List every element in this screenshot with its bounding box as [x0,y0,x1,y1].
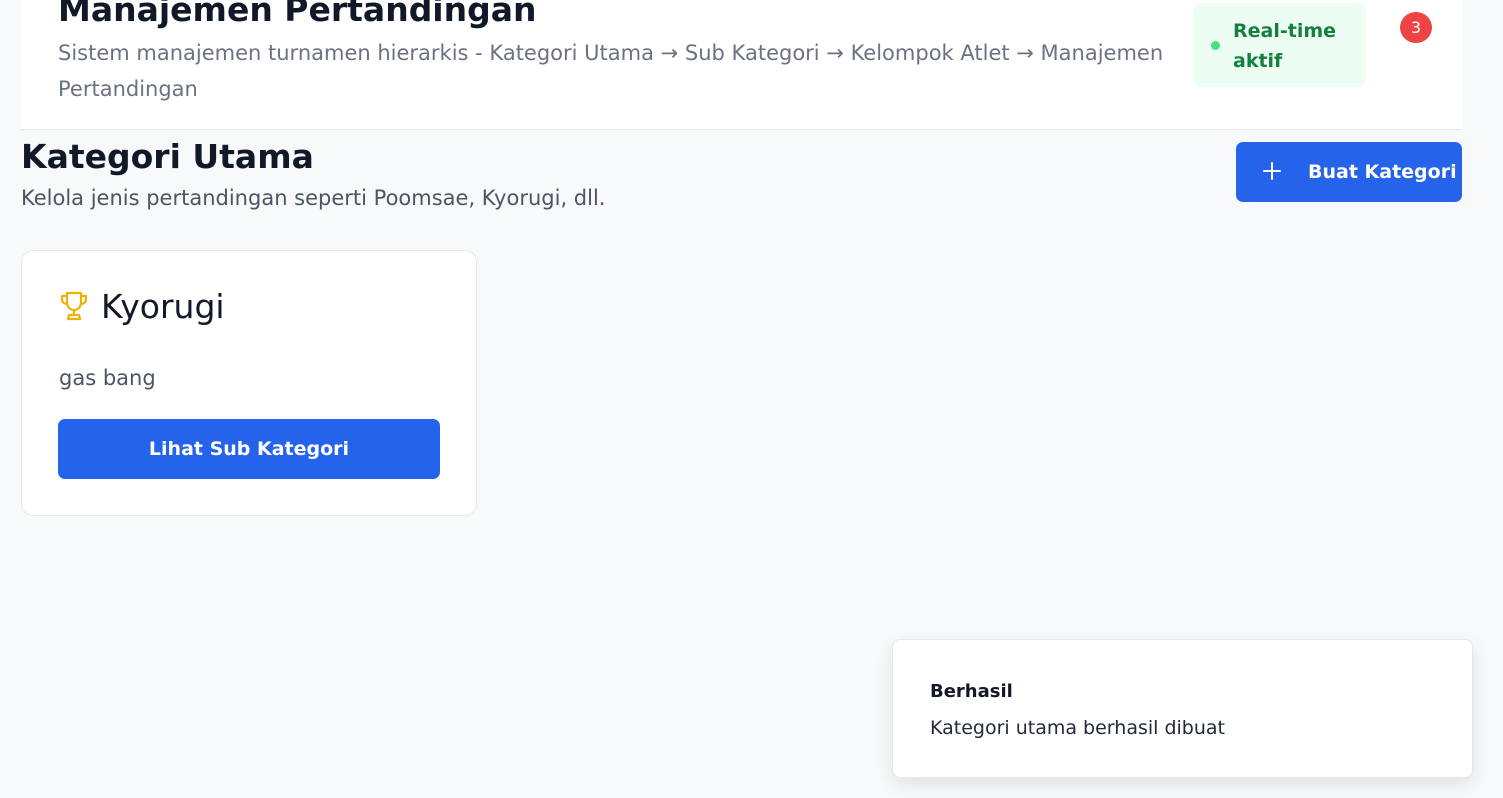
plus-icon [1263,162,1281,180]
section-title: Kategori Utama [21,137,314,176]
toast-title: Berhasil [930,681,1013,702]
page-title: Manajemen Pertandingan [58,0,537,29]
success-toast: Berhasil Kategori utama berhasil dibuat [892,639,1473,778]
category-name: Kyorugi [101,287,225,326]
toast-message: Kategori utama berhasil dibuat [930,717,1225,739]
trophy-icon [60,291,88,321]
create-category-button-label: Buat Kategori [1308,161,1457,183]
status-dot-icon [1211,41,1220,50]
notification-count-badge[interactable]: 3 [1400,12,1432,43]
page-scrollbar[interactable] [1494,0,1503,798]
realtime-status-label: Real-time aktif [1233,20,1337,72]
create-category-button[interactable]: Buat Kategori [1236,142,1462,202]
view-subcategory-button[interactable]: Lihat Sub Kategori [58,419,440,479]
section-subtitle: Kelola jenis pertandingan seperti Poomsa… [21,186,606,210]
category-card: Kyorugi gas bang Lihat Sub Kategori [21,250,477,516]
category-description: gas bang [59,366,156,390]
page-header: Manajemen Pertandingan Sistem manajemen … [21,0,1462,130]
realtime-status-badge: Real-time aktif [1193,3,1366,87]
page-subtitle: Sistem manajemen turnamen hierarkis - Ka… [58,41,1164,101]
